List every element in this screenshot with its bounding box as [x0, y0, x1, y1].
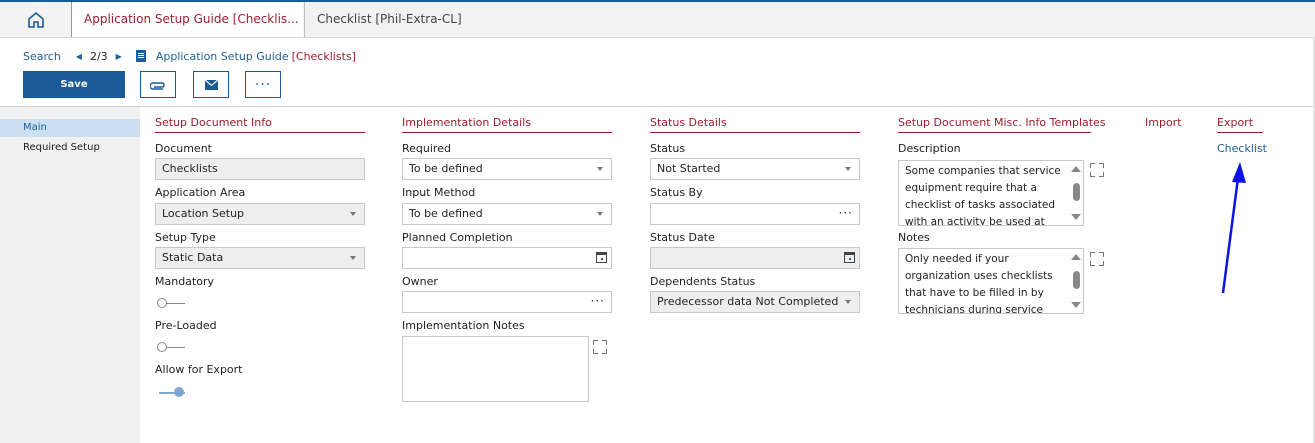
annotation-arrow: [1221, 162, 1246, 294]
